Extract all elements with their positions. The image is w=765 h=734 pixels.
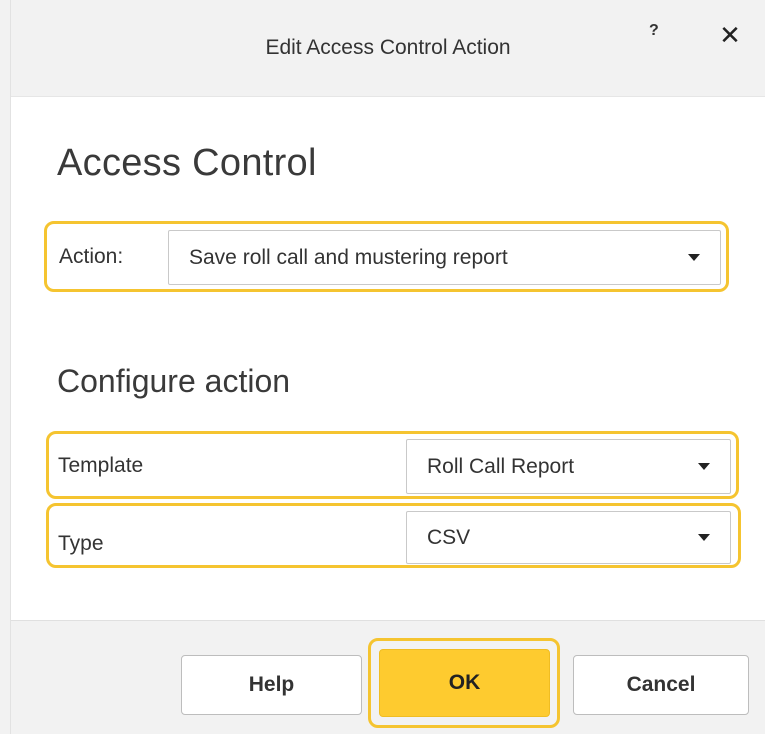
action-dropdown[interactable]: Save roll call and mustering report [168,230,721,285]
help-button[interactable]: Help [181,655,362,715]
action-label: Action: [59,245,124,268]
cancel-button[interactable]: Cancel [573,655,749,715]
ok-button[interactable]: OK [379,649,550,717]
template-dropdown[interactable]: Roll Call Report [406,439,731,494]
section-heading-configure-action: Configure action [57,363,291,399]
type-dropdown[interactable]: CSV [406,511,731,564]
window-left-edge [0,0,11,734]
dialog-title-bar: Edit Access Control Action ? ✕ [11,0,765,97]
section-heading-access-control: Access Control [57,142,317,184]
template-label: Template [58,454,144,477]
chevron-down-icon [698,462,710,470]
question-icon[interactable]: ? [649,22,659,40]
edit-access-control-action-dialog: Edit Access Control Action ? ✕ Access Co… [0,0,765,734]
chevron-down-icon [688,253,700,261]
chevron-down-icon [698,533,710,541]
template-dropdown-value: Roll Call Report [427,454,575,478]
type-label: Type [58,532,104,555]
type-dropdown-value: CSV [427,525,471,549]
action-dropdown-value: Save roll call and mustering report [189,245,508,269]
close-icon[interactable]: ✕ [716,22,744,50]
